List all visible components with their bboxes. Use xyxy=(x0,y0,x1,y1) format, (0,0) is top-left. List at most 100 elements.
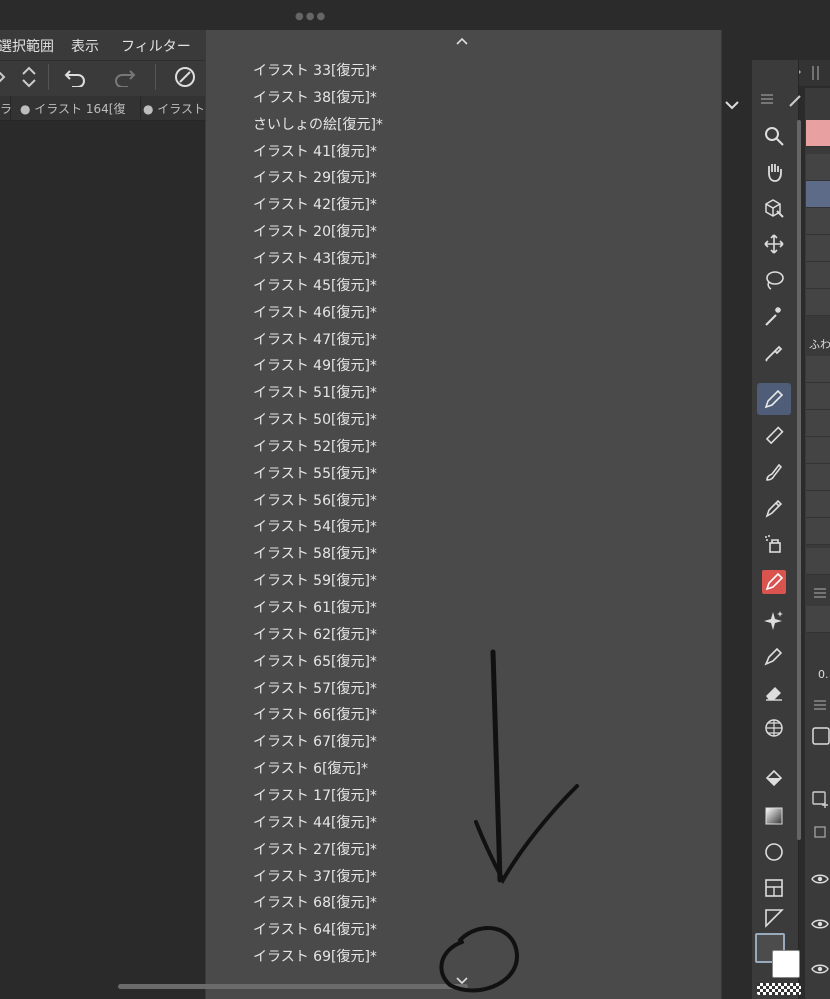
sub-color-swatch[interactable] xyxy=(772,950,800,978)
chevron-up-icon[interactable] xyxy=(455,34,469,50)
document-list-item[interactable]: イラスト 43[復元]* xyxy=(253,246,693,272)
document-list-item[interactable]: イラスト 33[復元]* xyxy=(253,58,693,84)
menu-view[interactable]: 表示 xyxy=(71,36,99,56)
fill-icon[interactable] xyxy=(757,762,791,794)
menu-icon[interactable] xyxy=(761,94,773,104)
new-layer-icon[interactable] xyxy=(812,790,830,808)
marker-icon[interactable] xyxy=(757,492,791,524)
menu-icon[interactable] xyxy=(814,700,826,710)
subtool-item[interactable] xyxy=(806,235,830,262)
eye-icon[interactable] xyxy=(811,873,829,885)
document-list-item[interactable]: イラスト 56[復元]* xyxy=(253,488,693,514)
document-list-item[interactable]: イラスト 69[復元]* xyxy=(253,944,693,970)
brush-small-icon[interactable] xyxy=(788,94,802,108)
horizontal-scrollbar[interactable] xyxy=(118,984,468,989)
eye-icon[interactable] xyxy=(811,963,829,975)
redo-icon[interactable] xyxy=(110,62,140,92)
stepper-icon[interactable] xyxy=(14,62,44,92)
document-list-item[interactable]: イラスト 44[復元]* xyxy=(253,810,693,836)
document-list-item[interactable]: イラスト 67[復元]* xyxy=(253,729,693,755)
subtool-item[interactable] xyxy=(806,491,830,518)
document-list-item[interactable]: イラスト 59[復元]* xyxy=(253,568,693,594)
tab-illust[interactable]: ● イラスト xyxy=(135,97,214,119)
document-list-item[interactable]: イラスト 20[復元]* xyxy=(253,219,693,245)
size-slider[interactable] xyxy=(806,606,830,633)
document-list-item[interactable]: イラスト 42[復元]* xyxy=(253,192,693,218)
object-icon[interactable] xyxy=(757,192,791,224)
document-list-item[interactable]: イラスト 52[復元]* xyxy=(253,434,693,460)
document-list-item[interactable]: イラスト 29[復元]* xyxy=(253,165,693,191)
document-list-item[interactable]: イラスト 66[復元]* xyxy=(253,702,693,728)
gradient-icon[interactable] xyxy=(757,800,791,832)
tab-partial[interactable]: ラ xyxy=(0,97,12,119)
airbrush-icon[interactable] xyxy=(757,528,791,560)
document-list-item[interactable]: イラスト 27[復元]* xyxy=(253,837,693,863)
subtool-item[interactable] xyxy=(806,154,830,181)
subtool-item[interactable] xyxy=(806,548,830,575)
subtool-item[interactable] xyxy=(806,410,830,437)
window-drag-handle[interactable]: ●●● xyxy=(295,11,327,22)
subtool-item[interactable] xyxy=(806,262,830,289)
red-brush-icon[interactable] xyxy=(757,566,791,598)
document-list-item[interactable]: イラスト 62[復元]* xyxy=(253,622,693,648)
hand-icon[interactable] xyxy=(757,156,791,188)
pen-icon[interactable] xyxy=(757,383,791,415)
eye-icon[interactable] xyxy=(811,918,829,930)
document-list-item[interactable]: イラスト 45[復元]* xyxy=(253,273,693,299)
subtool-item[interactable] xyxy=(806,383,830,410)
subtool-item[interactable] xyxy=(806,464,830,491)
menu-selection[interactable]: 選択範囲 xyxy=(0,36,54,56)
subtool-eraser-swatch[interactable] xyxy=(806,120,830,147)
subtool-item[interactable] xyxy=(806,208,830,235)
document-list-item[interactable]: イラスト 68[復元]* xyxy=(253,890,693,916)
move-icon[interactable] xyxy=(757,228,791,260)
checkbox-icon[interactable] xyxy=(814,826,826,838)
zoom-icon[interactable] xyxy=(757,120,791,152)
document-list-item[interactable]: イラスト 57[復元]* xyxy=(253,676,693,702)
eraser-icon[interactable] xyxy=(757,676,791,708)
document-list-item[interactable]: イラスト 37[復元]* xyxy=(253,864,693,890)
document-list-item[interactable]: イラスト 49[復元]* xyxy=(253,353,693,379)
panel-grip-icon[interactable] xyxy=(810,66,822,80)
magic-wand-icon[interactable] xyxy=(757,300,791,332)
canvas-area[interactable] xyxy=(0,121,205,999)
document-list-item[interactable]: イラスト 17[復元]* xyxy=(253,783,693,809)
undo-icon[interactable] xyxy=(60,62,90,92)
subtool-item[interactable] xyxy=(806,356,830,383)
document-list-item[interactable]: イラスト 65[復元]* xyxy=(253,649,693,675)
layer-thumb-icon[interactable] xyxy=(812,726,830,746)
document-list-item[interactable]: イラスト 50[復元]* xyxy=(253,407,693,433)
subtool-item-selected[interactable] xyxy=(806,181,830,208)
eyedropper-icon[interactable] xyxy=(757,336,791,368)
document-list-item[interactable]: イラスト 51[復元]* xyxy=(253,380,693,406)
document-list-item[interactable]: イラスト 64[復元]* xyxy=(253,917,693,943)
menu-icon[interactable] xyxy=(814,588,826,598)
subtool-item[interactable] xyxy=(806,289,830,316)
ruler-icon[interactable] xyxy=(757,712,791,744)
lasso-icon[interactable] xyxy=(757,264,791,296)
transform-icon[interactable] xyxy=(170,62,200,92)
transparent-color-swatch[interactable] xyxy=(757,983,801,995)
subtool-item[interactable] xyxy=(806,437,830,464)
menu-filter[interactable]: フィルター xyxy=(121,36,191,56)
document-list-item[interactable]: イラスト 61[復元]* xyxy=(253,595,693,621)
document-list-item[interactable]: さいしょの絵[復元]* xyxy=(253,112,693,138)
text-icon[interactable] xyxy=(757,908,791,928)
document-list-item[interactable]: イラスト 6[復元]* xyxy=(253,756,693,782)
frame-icon[interactable] xyxy=(757,872,791,904)
document-list-item[interactable]: イラスト 38[復元]* xyxy=(253,85,693,111)
document-list-item[interactable]: イラスト 41[復元]* xyxy=(253,139,693,165)
document-list-item[interactable]: イラスト 55[復元]* xyxy=(253,461,693,487)
blend-icon[interactable] xyxy=(757,640,791,672)
document-list-item[interactable]: イラスト 46[復元]* xyxy=(253,300,693,326)
document-list-item[interactable]: イラスト 47[復元]* xyxy=(253,327,693,353)
document-list-item[interactable]: イラスト 54[復元]* xyxy=(253,514,693,540)
subtool-item[interactable] xyxy=(806,518,830,545)
pencil-icon[interactable] xyxy=(757,420,791,452)
panel-scrollbar[interactable] xyxy=(797,120,801,840)
shape-icon[interactable] xyxy=(757,836,791,868)
chevron-down-icon[interactable] xyxy=(724,98,740,114)
brush-icon[interactable] xyxy=(757,456,791,488)
document-list-item[interactable]: イラスト 58[復元]* xyxy=(253,541,693,567)
sparkle-icon[interactable] xyxy=(757,604,791,636)
